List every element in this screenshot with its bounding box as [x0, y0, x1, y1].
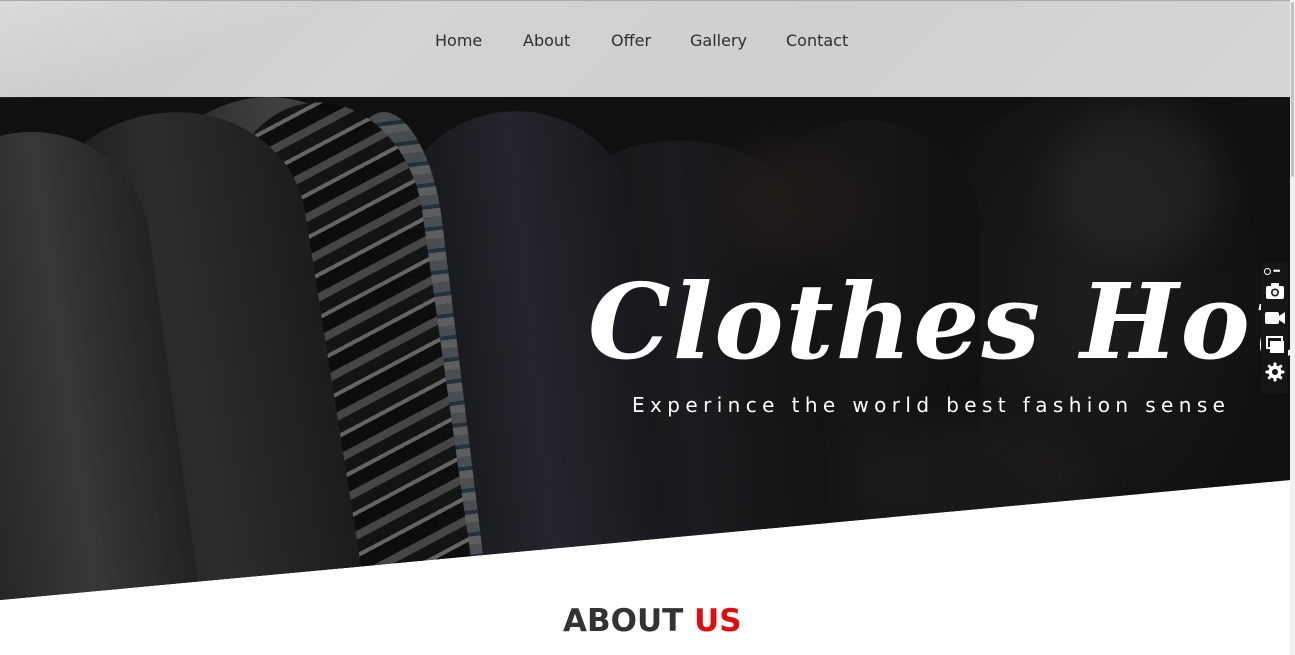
windows-icon[interactable] [1264, 334, 1286, 356]
nav-link-home[interactable]: Home [435, 30, 482, 52]
hero-title: Clothes House [588, 260, 1290, 383]
nav-link-gallery[interactable]: Gallery [690, 30, 747, 52]
video-camera-icon[interactable] [1264, 307, 1286, 329]
about-heading: ABOUT US [563, 602, 742, 640]
about-heading-accent: US [694, 603, 742, 639]
hero-subtitle: Experince the world best fashion sense [632, 393, 1231, 417]
nav-link-about[interactable]: About [523, 30, 570, 52]
scrollbar-thumb[interactable] [1291, 2, 1294, 177]
about-heading-main: ABOUT [563, 603, 684, 639]
nav-link-offer[interactable]: Offer [611, 30, 651, 52]
gear-icon[interactable] [1264, 361, 1286, 383]
more-icon[interactable]: ••• [1273, 266, 1281, 276]
page-viewport: Clothes House Experince the world best f… [0, 0, 1290, 655]
nav-link-contact[interactable]: Contact [786, 30, 848, 52]
capture-toolbar: ••• [1261, 263, 1288, 393]
pin-icon[interactable] [1264, 267, 1271, 275]
top-navbar: Home About Offer Gallery Contact [0, 0, 1290, 98]
camera-icon[interactable] [1264, 280, 1286, 302]
